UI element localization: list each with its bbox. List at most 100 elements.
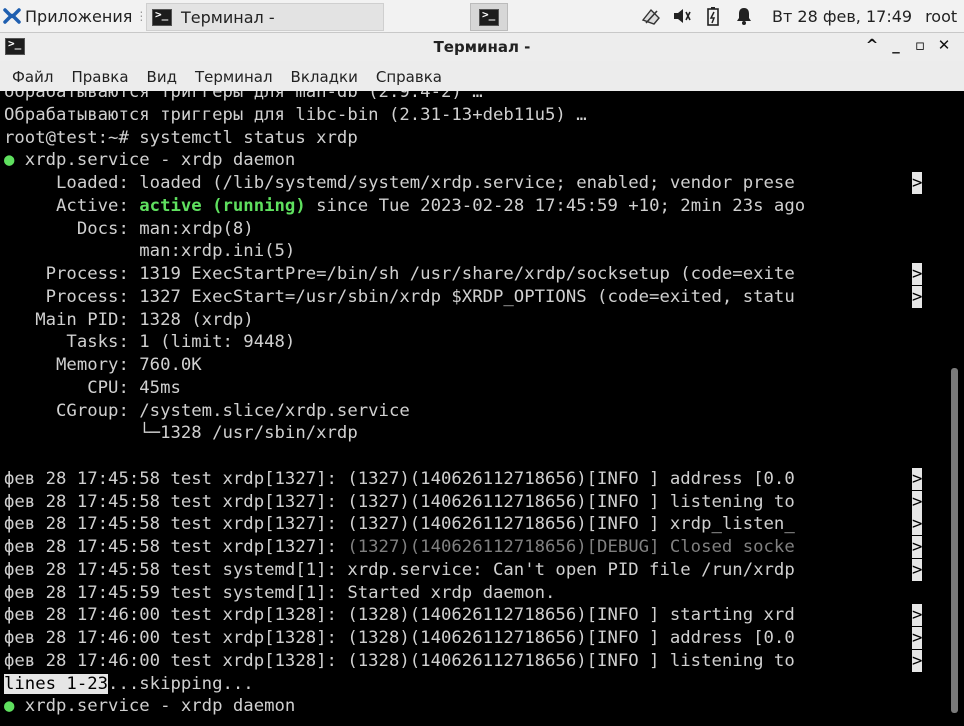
terminal-line: Main PID: 1328 (xrdp) xyxy=(4,309,254,331)
xfce-logo-icon xyxy=(3,8,21,24)
line-prefix: фев 28 17:45:58 test xrdp[1327]: xyxy=(4,537,348,557)
line-text: Memory: 760.0K xyxy=(4,355,202,375)
truncation-marker: > xyxy=(912,467,923,490)
active-status: active (running) xyxy=(139,195,306,216)
line-text: фев 28 17:45:58 test systemd[1]: xrdp.se… xyxy=(4,559,795,580)
close-button[interactable]: ✕ xyxy=(932,36,956,54)
terminal-line: Process: 1319 ExecStartPre=/bin/sh /usr/… xyxy=(4,263,795,285)
system-tray: Вт 28 фев, 17:49 root xyxy=(640,3,957,29)
truncation-marker: > xyxy=(912,263,923,285)
volume-icon[interactable] xyxy=(671,5,693,27)
truncation-marker: > xyxy=(912,490,923,513)
terminal-line: фев 28 17:46:00 test xrdp[1328]: (1328)(… xyxy=(4,650,795,672)
line-text: Обрабатываются триггеры для libc-bin (2.… xyxy=(4,104,587,125)
scrollbar-thumb[interactable] xyxy=(951,368,958,713)
terminal-line: Memory: 760.0K xyxy=(4,354,202,376)
terminal-line: Tasks: 1 (limit: 9448) xyxy=(4,331,295,353)
truncation-marker: > xyxy=(912,627,923,649)
menu-view[interactable]: Вид xyxy=(135,68,185,86)
battery-icon[interactable] xyxy=(702,5,724,27)
terminal-line: root@test:~# systemctl status xrdp xyxy=(4,127,358,149)
menu-bar: Файл Правка Вид Терминал Вкладки Справка xyxy=(0,63,964,91)
taskbar-terminal-button[interactable]: Терминал - xyxy=(146,3,384,31)
line-text: xrdp.service - xrdp daemon xyxy=(14,696,296,717)
terminal-line: lines 1-23...skipping... xyxy=(4,673,254,695)
line-text: фев 28 17:45:58 test xrdp[1327]: (1327)(… xyxy=(4,491,795,512)
top-panel: Приложения ⋮ Терминал - Вт 28 фев, 17:49… xyxy=(0,0,964,33)
line-text: фев 28 17:46:00 test xrdp[1328]: (1328)(… xyxy=(4,605,795,626)
clock[interactable]: Вт 28 фев, 17:49 xyxy=(772,7,912,26)
line-text: root@test:~# systemctl status xrdp xyxy=(4,127,358,148)
line-text: фев 28 17:45:58 test xrdp[1327]: (1327)(… xyxy=(4,514,795,535)
terminal-line: фев 28 17:45:58 test xrdp[1327]: (1327)(… xyxy=(4,491,795,513)
truncation-marker: > xyxy=(912,649,923,672)
menu-terminal[interactable]: Терминал xyxy=(183,68,281,86)
line-text: Tasks: 1 (limit: 9448) xyxy=(4,332,296,353)
line-text: xrdp.service - xrdp daemon xyxy=(14,150,296,171)
line-text: фев 28 17:45:59 test systemd[1]: Started… xyxy=(4,582,556,603)
terminal-line: фев 28 17:45:58 test xrdp[1327]: (1327)(… xyxy=(4,513,795,535)
terminal-line: ● xrdp.service - xrdp daemon xyxy=(4,149,295,171)
line-text: Docs: man:xrdp(8) xyxy=(4,218,254,239)
terminal-line: фев 28 17:45:58 test systemd[1]: xrdp.se… xyxy=(4,559,795,581)
window-titlebar[interactable]: Терминал - ^ _ ▫ ✕ xyxy=(0,33,964,61)
line-text: фев 28 17:46:00 test xrdp[1328]: (1328)(… xyxy=(4,628,795,648)
pager-status: lines 1-23 xyxy=(4,673,109,694)
window-controls: ^ _ ▫ ✕ xyxy=(860,36,956,54)
terminal-line: ● xrdp.service - xrdp daemon xyxy=(4,695,295,717)
line-prefix: Active: xyxy=(4,195,140,216)
terminal-line: Обрабатываются триггеры для libc-bin (2.… xyxy=(4,104,587,126)
truncation-marker: > xyxy=(912,604,923,627)
line-text: Process: 1327 ExecStart=/usr/sbin/xrdp $… xyxy=(4,286,795,307)
terminal-line: Process: 1327 ExecStart=/usr/sbin/xrdp $… xyxy=(4,286,795,308)
terminal-line: Docs: man:xrdp(8) xyxy=(4,218,254,240)
menu-edit[interactable]: Правка xyxy=(59,68,136,86)
terminal-line: CGroup: /system.slice/xrdp.service xyxy=(4,400,410,422)
shade-button[interactable]: ^ xyxy=(860,36,884,54)
terminal-line: обрабатываются триггеры для man-db (2.9.… xyxy=(4,91,483,103)
terminal-line: └─1328 /usr/sbin/xrdp xyxy=(4,422,358,444)
menu-help[interactable]: Справка xyxy=(364,68,450,86)
status-bullet-icon: ● xyxy=(4,696,15,717)
line-text: man:xrdp.ini(5) xyxy=(4,241,296,262)
terminal-icon xyxy=(479,8,499,26)
menu-tabs[interactable]: Вкладки xyxy=(279,68,366,86)
minimize-button[interactable]: _ xyxy=(884,36,908,54)
line-text: фев 28 17:46:00 test xrdp[1328]: (1328)(… xyxy=(4,650,795,671)
network-icon[interactable] xyxy=(640,5,662,27)
truncation-marker: > xyxy=(912,536,923,558)
terminal-icon xyxy=(152,8,172,26)
maximize-button[interactable]: ▫ xyxy=(908,36,932,54)
terminal-line: фев 28 17:46:00 test xrdp[1328]: (1328)(… xyxy=(4,604,795,626)
debug-text: (1327)(140626112718656)[DEBUG] Closed so… xyxy=(347,537,795,557)
applications-menu-button[interactable]: Приложения ⋮ xyxy=(2,3,147,29)
line-text: Loaded: loaded (/lib/systemd/system/xrdp… xyxy=(4,173,795,193)
menu-file[interactable]: Файл xyxy=(0,68,61,86)
line-text: └─1328 /usr/sbin/xrdp xyxy=(4,423,358,444)
line-text: ...skipping... xyxy=(108,673,254,694)
truncation-marker: > xyxy=(912,285,923,308)
applications-menu-label: Приложения xyxy=(25,6,133,26)
terminal-line: Active: active (running) since Tue 2023-… xyxy=(4,195,805,217)
window-title: Терминал - xyxy=(433,38,531,56)
user-menu[interactable]: root xyxy=(925,7,957,26)
terminal-line: фев 28 17:46:00 test xrdp[1328]: (1328)(… xyxy=(4,627,795,649)
terminal-window: Терминал - ^ _ ▫ ✕ Файл Правка Вид Терми… xyxy=(0,33,964,726)
notifications-bell-icon[interactable] xyxy=(733,5,755,27)
line-text: Process: 1319 ExecStartPre=/bin/sh /usr/… xyxy=(4,264,795,284)
terminal-launcher-button[interactable] xyxy=(470,3,508,31)
status-bullet-icon: ● xyxy=(4,150,15,171)
terminal-scrollbar[interactable] xyxy=(946,91,964,726)
taskbar-terminal-label: Терминал - xyxy=(181,7,275,27)
terminal-output[interactable]: обрабатываются триггеры для man-db (2.9.… xyxy=(0,91,946,726)
terminal-line: фев 28 17:45:59 test systemd[1]: Started… xyxy=(4,582,555,604)
line-text: фев 28 17:45:58 test xrdp[1327]: (1327)(… xyxy=(4,468,795,489)
terminal-line: man:xrdp.ini(5) xyxy=(4,240,295,262)
line-text: CGroup: /system.slice/xrdp.service xyxy=(4,400,410,421)
line-text: Main PID: 1328 (xrdp) xyxy=(4,309,254,330)
line-text: CPU: 45ms xyxy=(4,377,181,398)
terminal-line: фев 28 17:45:58 test xrdp[1327]: (1327)(… xyxy=(4,536,795,558)
terminal-line: фев 28 17:45:58 test xrdp[1327]: (1327)(… xyxy=(4,468,795,490)
truncation-marker: > xyxy=(912,513,923,536)
terminal-line: CPU: 45ms xyxy=(4,377,181,399)
